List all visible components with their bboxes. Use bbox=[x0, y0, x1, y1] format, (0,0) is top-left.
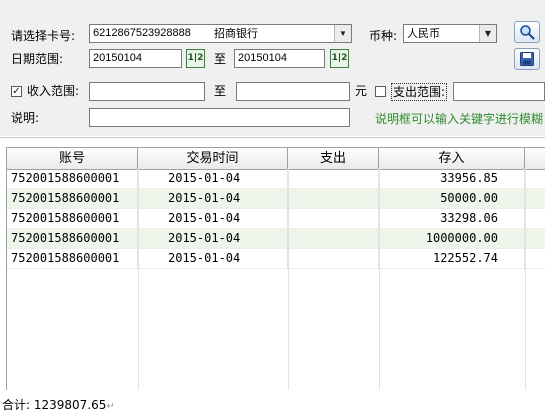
cell-expense bbox=[288, 229, 379, 248]
cell-expense bbox=[288, 209, 379, 228]
cell-expense bbox=[288, 249, 379, 268]
currency-label: 币种: bbox=[369, 29, 398, 43]
expense-label: 支出范围: bbox=[391, 83, 448, 101]
card-select[interactable]: 6212867523928888 招商银行 ▼ bbox=[89, 24, 352, 43]
save-button[interactable] bbox=[514, 48, 540, 70]
cell-deposit: 33298.06 bbox=[379, 209, 525, 228]
column-header-account[interactable]: 账号 bbox=[7, 148, 138, 169]
income-checkbox[interactable]: ✓ bbox=[11, 86, 22, 97]
chevron-down-icon[interactable]: ▼ bbox=[479, 25, 496, 42]
grid-line bbox=[288, 169, 289, 390]
cell-expense bbox=[288, 189, 379, 208]
search-icon bbox=[520, 25, 535, 40]
expense-from-input[interactable] bbox=[453, 82, 545, 101]
table-row[interactable]: 752001588600001 2015-01-04 122552.74 bbox=[7, 249, 545, 269]
cell-account: 752001588600001 bbox=[7, 249, 138, 268]
total-summary: 合计: 1239807.65↵ bbox=[2, 396, 115, 413]
calendar-icon[interactable]: 1|2 bbox=[186, 49, 205, 68]
grid-line bbox=[138, 169, 139, 390]
divider bbox=[0, 137, 545, 138]
income-unit: 元 bbox=[355, 84, 368, 98]
currency-select[interactable]: 人民币 ▼ bbox=[403, 24, 497, 43]
card-bank: 招商银行 bbox=[214, 27, 258, 40]
table-header: 账号 交易时间 支出 存入 bbox=[7, 148, 545, 170]
desc-input[interactable] bbox=[89, 108, 350, 127]
save-icon bbox=[520, 52, 534, 66]
column-header-deposit[interactable]: 存入 bbox=[379, 148, 525, 169]
card-label: 请选择卡号: bbox=[11, 29, 76, 43]
cell-time: 2015-01-04 bbox=[138, 169, 288, 188]
date-from-input[interactable]: 20150104 bbox=[89, 49, 182, 68]
calendar-icon[interactable]: 1|2 bbox=[330, 49, 349, 68]
table-row[interactable]: 752001588600001 2015-01-04 1000000.00 bbox=[7, 229, 545, 249]
column-header-expense[interactable]: 支出 bbox=[288, 148, 379, 169]
grid-line bbox=[379, 169, 380, 390]
currency-value: 人民币 bbox=[407, 27, 440, 40]
table-row[interactable]: 752001588600001 2015-01-04 33298.06 bbox=[7, 209, 545, 229]
cell-deposit: 122552.74 bbox=[379, 249, 525, 268]
card-number: 6212867523928888 bbox=[93, 27, 191, 39]
cell-time: 2015-01-04 bbox=[138, 249, 288, 268]
cell-account: 752001588600001 bbox=[7, 229, 138, 248]
chevron-down-icon[interactable]: ▼ bbox=[334, 25, 351, 42]
cell-expense bbox=[288, 169, 379, 188]
expense-checkbox[interactable] bbox=[375, 86, 386, 97]
cell-account: 752001588600001 bbox=[7, 169, 138, 188]
cell-account: 752001588600001 bbox=[7, 189, 138, 208]
cell-account: 752001588600001 bbox=[7, 209, 138, 228]
cell-time: 2015-01-04 bbox=[138, 189, 288, 208]
date-to-input[interactable]: 20150104 bbox=[234, 49, 325, 68]
column-header-time[interactable]: 交易时间 bbox=[138, 148, 288, 169]
date-label: 日期范围: bbox=[11, 52, 64, 66]
search-button[interactable] bbox=[514, 21, 540, 43]
desc-hint: 说明框可以输入关键字进行模糊 bbox=[375, 112, 544, 126]
income-to-input[interactable] bbox=[236, 82, 350, 101]
total-label: 合计: bbox=[2, 398, 31, 412]
cell-time: 2015-01-04 bbox=[138, 229, 288, 248]
income-to-label: 至 bbox=[214, 84, 227, 98]
desc-label: 说明: bbox=[11, 111, 40, 125]
return-mark-icon: ↵ bbox=[106, 401, 115, 412]
total-value: 1239807.65 bbox=[33, 398, 107, 412]
table-row[interactable]: 752001588600001 2015-01-04 33956.85 bbox=[7, 169, 545, 189]
cell-deposit: 1000000.00 bbox=[379, 229, 525, 248]
cell-time: 2015-01-04 bbox=[138, 209, 288, 228]
table-row[interactable]: 752001588600001 2015-01-04 50000.00 bbox=[7, 189, 545, 209]
income-from-input[interactable] bbox=[89, 82, 205, 101]
income-label: 收入范围: bbox=[27, 84, 80, 98]
grid-line bbox=[525, 169, 526, 390]
filter-panel: 请选择卡号: 6212867523928888 招商银行 ▼ 币种: 人民币 ▼… bbox=[0, 0, 545, 136]
cell-deposit: 33956.85 bbox=[379, 169, 525, 188]
cell-deposit: 50000.00 bbox=[379, 189, 525, 208]
date-to-label: 至 bbox=[214, 52, 227, 66]
transactions-table[interactable]: 账号 交易时间 支出 存入 752001588600001 2015-01-04… bbox=[6, 147, 545, 390]
